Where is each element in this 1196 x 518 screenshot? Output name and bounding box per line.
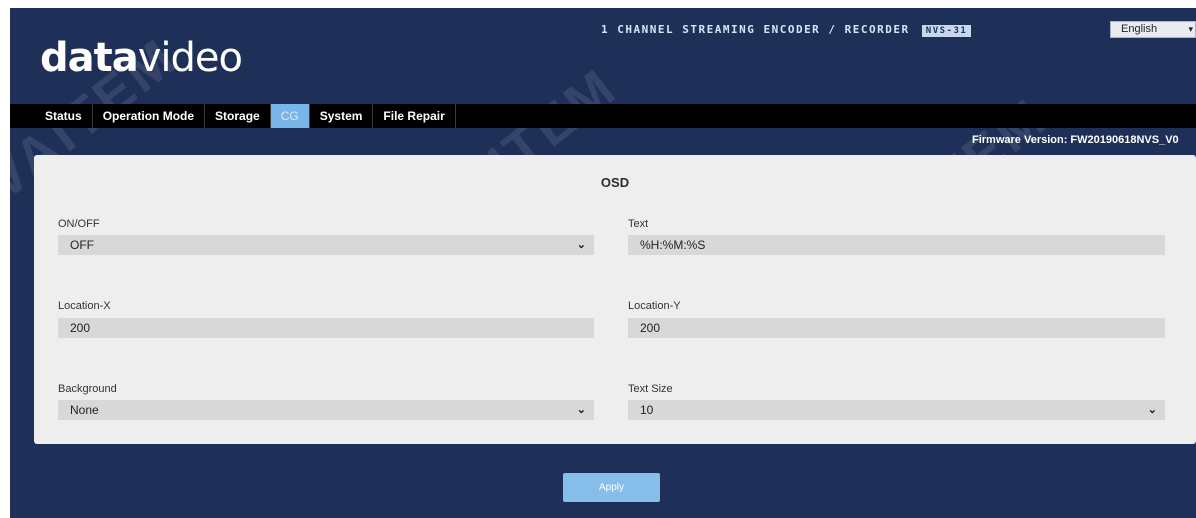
chevron-down-icon: ⌄ [576,239,586,251]
chevron-down-icon: ▾ [1188,24,1193,34]
location-y-label: Location-Y [628,300,681,312]
language-select[interactable]: English ▾ [1110,21,1196,38]
logo-light-text: video [137,35,243,81]
location-x-label: Location-X [58,300,111,312]
main-nav: Status Operation Mode Storage CG System … [10,104,1196,128]
text-input[interactable]: %H:%M:%S [628,235,1165,255]
model-badge: NVS-31 [921,25,972,37]
background-value: None [70,403,99,417]
on-off-value: OFF [70,238,94,252]
on-off-label: ON/OFF [58,218,100,230]
product-title: 1 CHANNEL STREAMING ENCODER / RECORDER N… [601,23,972,37]
chevron-down-icon: ⌄ [576,404,586,416]
app-frame: VAITEM VAITEM VAITEM datavideo 1 CHANNEL… [10,8,1196,518]
tab-system[interactable]: System [310,104,374,128]
tab-operation-mode[interactable]: Operation Mode [93,104,206,128]
firmware-version: Firmware Version: FW20190618NVS_V0 [972,134,1179,146]
tab-storage[interactable]: Storage [205,104,271,128]
panel-title: OSD [600,175,630,190]
tab-cg[interactable]: CG [270,104,310,128]
location-x-value: 200 [70,321,91,335]
osd-panel: OSD ON/OFF OFF ⌄ Location-X 200 Backgrou… [34,155,1196,444]
text-size-label: Text Size [628,383,673,395]
text-size-select[interactable]: 10 ⌄ [628,400,1165,420]
nav-tabs: Status Operation Mode Storage CG System … [35,104,456,128]
apply-button[interactable]: Apply [563,473,660,502]
chevron-down-icon: ⌄ [1147,404,1157,416]
text-value: %H:%M:%S [640,238,706,252]
language-selected-value: English [1121,23,1158,35]
on-off-select[interactable]: OFF ⌄ [58,235,594,255]
text-label: Text [628,218,649,230]
location-x-input[interactable]: 200 [58,318,594,338]
location-y-value: 200 [640,321,661,335]
tab-status[interactable]: Status [35,104,93,128]
logo-bold-text: data [40,35,139,81]
background-select[interactable]: None ⌄ [58,400,594,420]
product-title-text: 1 CHANNEL STREAMING ENCODER / RECORDER [601,23,910,36]
tab-file-repair[interactable]: File Repair [373,104,456,128]
location-y-input[interactable]: 200 [628,318,1165,338]
text-size-value: 10 [640,403,654,417]
background-label: Background [58,383,117,395]
brand-logo: datavideo [40,35,243,81]
